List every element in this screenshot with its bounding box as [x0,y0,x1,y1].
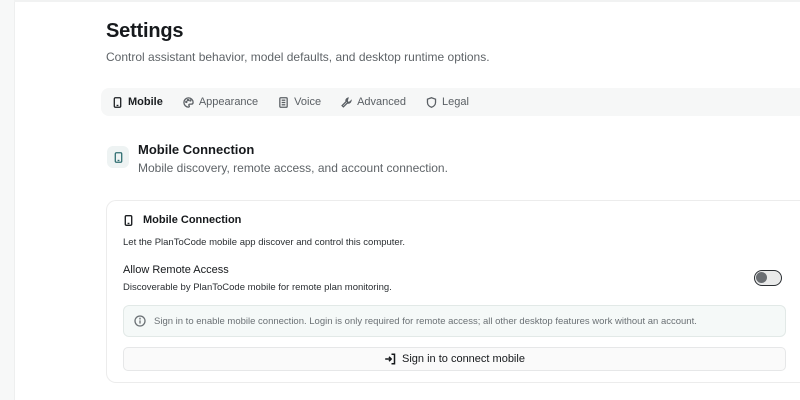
sidebar-edge [0,0,15,400]
tab-label: Advanced [357,96,407,108]
sign-in-button[interactable]: Sign in to connect mobile [123,347,786,371]
document-icon [279,96,288,108]
settings-tabs: Mobile Appearance Voice Advanced Legal [101,88,800,116]
section-subtitle: Mobile discovery, remote access, and acc… [138,161,448,175]
tab-voice[interactable]: Voice [273,91,326,113]
tab-mobile[interactable]: Mobile [107,91,168,113]
signin-notice: Sign in to enable mobile connection. Log… [123,305,786,337]
settings-page: Settings Control assistant behavior, mod… [101,0,800,400]
sign-in-button-label: Sign in to connect mobile [402,353,525,365]
remote-access-toggle[interactable] [754,270,782,286]
page-subtitle: Control assistant behavior, model defaul… [106,50,490,64]
notice-text: Sign in to enable mobile connection. Log… [154,315,697,327]
tab-legal[interactable]: Legal [421,91,474,113]
tab-appearance[interactable]: Appearance [178,91,263,113]
page-title: Settings [106,20,184,42]
palette-icon [183,96,194,108]
smartphone-icon [113,96,122,108]
card-title: Mobile Connection [143,214,242,226]
mobile-connection-card: Mobile Connection Let the PlanToCode mob… [106,200,800,383]
remote-access-description: Discoverable by PlanToCode mobile for re… [123,282,392,293]
info-icon [134,315,146,327]
shield-icon [426,96,437,108]
sign-in-icon [385,353,396,365]
tab-advanced[interactable]: Advanced [336,91,411,113]
remote-access-label: Allow Remote Access [123,264,229,276]
tab-label: Legal [442,96,469,108]
wrench-icon [341,96,353,108]
tab-label: Voice [294,96,322,108]
section-icon-badge [107,146,129,168]
smartphone-icon [124,214,133,226]
section-title: Mobile Connection [138,142,255,157]
smartphone-icon [114,151,122,163]
section-header: Mobile Connection Mobile discovery, remo… [106,142,800,182]
card-header: Mobile Connection [123,214,241,226]
toggle-knob [756,272,767,283]
tab-label: Mobile [128,96,163,108]
tab-label: Appearance [198,96,259,108]
card-description: Let the PlanToCode mobile app discover a… [123,237,405,248]
